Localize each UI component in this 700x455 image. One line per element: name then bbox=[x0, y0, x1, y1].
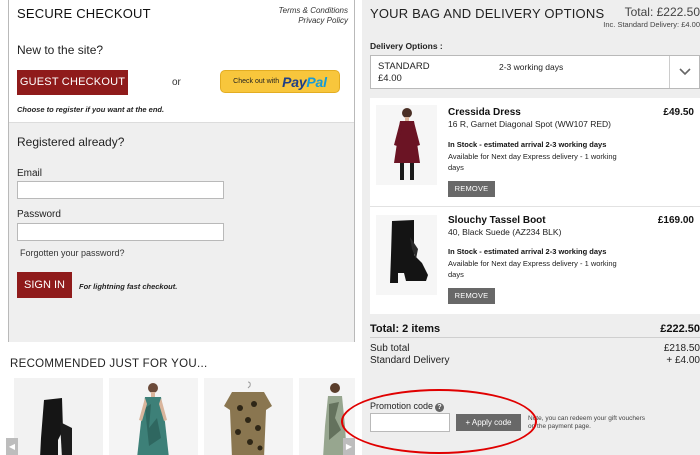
gift-voucher-note: Note, you can redeem your gift vouchers … bbox=[528, 415, 646, 430]
leopard-top-image bbox=[204, 378, 293, 455]
paypal-checkout-button[interactable]: Check out with PayPal bbox=[220, 70, 340, 93]
delivery-option-price: £4.00 bbox=[378, 73, 402, 84]
guest-checkout-button[interactable]: GUEST CHECKOUT bbox=[17, 70, 128, 95]
bag-title: YOUR BAG AND DELIVERY OPTIONS bbox=[370, 6, 605, 21]
bag-item: Slouchy Tassel Boot 40, Black Suede (AZ2… bbox=[370, 206, 700, 314]
password-label: Password bbox=[17, 209, 61, 220]
bag-panel: YOUR BAG AND DELIVERY OPTIONS Total: £22… bbox=[362, 0, 700, 455]
terms-links: Terms & Conditions Privacy Policy bbox=[278, 6, 348, 26]
registered-heading: Registered already? bbox=[17, 135, 125, 149]
cressida-dress-image[interactable] bbox=[376, 105, 437, 185]
promotion-code-input[interactable] bbox=[370, 413, 450, 432]
delivery-option-name: STANDARD bbox=[378, 61, 430, 72]
item-availability: Available for Next day Express delivery … bbox=[448, 152, 617, 172]
bag-items-list: Cressida Dress 16 R, Garnet Diagonal Spo… bbox=[370, 98, 700, 314]
item-stock-status: In Stock - estimated arrival 2-3 working… bbox=[448, 247, 607, 256]
bag-total: Total: £222.50 bbox=[624, 5, 700, 19]
tassel-boot-image[interactable] bbox=[376, 215, 437, 295]
subtotal-label: Sub total bbox=[370, 343, 410, 354]
fast-checkout-note: For lightning fast checkout. bbox=[79, 282, 178, 291]
total-items-label: Total: 2 items bbox=[370, 323, 441, 335]
dress-thumbnail bbox=[376, 105, 437, 185]
carousel-prev-arrow[interactable]: ◀ bbox=[6, 438, 18, 455]
item-name[interactable]: Slouchy Tassel Boot bbox=[448, 215, 546, 226]
boot-thumbnail bbox=[376, 215, 437, 295]
promotion-code-label: Promotion code? bbox=[370, 401, 445, 412]
remove-item-button[interactable]: REMOVE bbox=[448, 288, 495, 304]
secure-checkout-panel: SECURE CHECKOUT Terms & Conditions Priva… bbox=[8, 0, 355, 342]
patterned-dress-image bbox=[109, 378, 198, 455]
checkout-title: SECURE CHECKOUT bbox=[17, 6, 151, 21]
chevron-down-glyph bbox=[678, 68, 691, 76]
total-items-price: £222.50 bbox=[660, 323, 700, 335]
remove-item-button[interactable]: REMOVE bbox=[448, 181, 495, 197]
standard-delivery-label: Standard Delivery bbox=[370, 355, 450, 366]
standard-delivery-value: + £4.00 bbox=[666, 355, 700, 366]
paypal-logo-pay: Pay bbox=[282, 73, 307, 90]
apply-code-button[interactable]: + Apply code bbox=[456, 414, 521, 431]
item-name[interactable]: Cressida Dress bbox=[448, 107, 521, 118]
chevron-down-icon[interactable] bbox=[669, 56, 699, 88]
delivery-options-select[interactable]: STANDARD £4.00 2-3 working days bbox=[370, 55, 700, 89]
recommended-carousel: ◀ ▶ bbox=[6, 376, 355, 455]
email-field[interactable] bbox=[17, 181, 224, 199]
registered-section: Registered already? Email Password Forgo… bbox=[9, 122, 354, 342]
subtotal-value: £218.50 bbox=[663, 343, 700, 354]
recommended-item[interactable] bbox=[14, 378, 103, 455]
delivery-options-label: Delivery Options : bbox=[370, 41, 443, 51]
sign-in-button[interactable]: SIGN IN bbox=[17, 272, 72, 298]
or-separator: or bbox=[172, 77, 181, 88]
terms-link[interactable]: Terms & Conditions bbox=[278, 6, 348, 16]
item-stock-status: In Stock - estimated arrival 2-3 working… bbox=[448, 140, 607, 149]
totals-divider bbox=[370, 337, 700, 338]
recommended-item[interactable] bbox=[204, 378, 293, 455]
item-variant: 40, Black Suede (AZ234 BLK) bbox=[448, 227, 562, 237]
paypal-logo: PayPal bbox=[282, 74, 327, 90]
paypal-logo-pal: Pal bbox=[306, 73, 327, 90]
paypal-prefix: Check out with bbox=[233, 78, 280, 85]
email-label: Email bbox=[17, 168, 43, 179]
delivery-option-days: 2-3 working days bbox=[499, 62, 564, 72]
choose-register-note: Choose to register if you want at the en… bbox=[17, 105, 165, 114]
forgot-password-link[interactable]: Forgotten your password? bbox=[20, 248, 125, 258]
password-field[interactable] bbox=[17, 223, 224, 241]
promotion-code-text: Promotion code bbox=[370, 401, 434, 411]
item-availability: Available for Next day Express delivery … bbox=[448, 259, 617, 279]
recommended-heading: RECOMMENDED JUST FOR YOU... bbox=[10, 358, 208, 370]
help-icon[interactable]: ? bbox=[435, 403, 445, 412]
inc-delivery-note: Inc. Standard Delivery: £4.00 bbox=[603, 20, 700, 29]
recommended-item[interactable] bbox=[109, 378, 198, 455]
item-price: £49.50 bbox=[663, 107, 694, 118]
bag-item: Cressida Dress 16 R, Garnet Diagonal Spo… bbox=[370, 98, 700, 206]
new-to-site-heading: New to the site? bbox=[17, 43, 104, 57]
carousel-next-arrow[interactable]: ▶ bbox=[343, 438, 355, 455]
item-price: £169.00 bbox=[657, 215, 694, 226]
black-boot-image bbox=[14, 378, 103, 455]
privacy-link[interactable]: Privacy Policy bbox=[278, 16, 348, 26]
item-variant: 16 R, Garnet Diagonal Spot (WW107 RED) bbox=[448, 119, 611, 129]
